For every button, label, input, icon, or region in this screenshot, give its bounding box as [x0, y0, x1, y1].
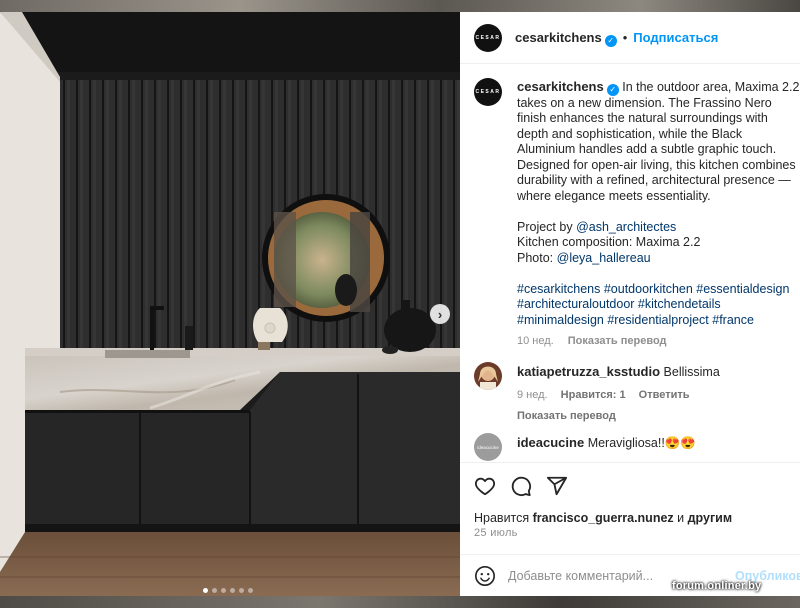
post-actions: Нравится francisco_guerra.nunez и другим… [460, 462, 800, 550]
comment-text: Bellissima [663, 365, 720, 379]
project-link[interactable]: @ash_architectes [576, 220, 676, 234]
commenter-avatar[interactable]: ideacucine [474, 433, 502, 461]
account-username[interactable]: cesarkitchens [515, 30, 602, 45]
post-image[interactable]: › [0, 12, 460, 596]
separator: • [622, 30, 628, 45]
commenter-avatar[interactable] [474, 362, 502, 390]
account-row: cesarkitchens ✓ • Подписаться [515, 30, 718, 47]
likes-suffix: и [673, 511, 688, 525]
comment-body: katiapetruzza_ksstudio Bellissima 9 нед.… [517, 364, 800, 425]
comment-body: ideacucine Meravigliosa!!😍😍 [517, 435, 800, 452]
chevron-right-icon: › [437, 306, 443, 322]
kitchen-photo [0, 12, 460, 596]
likes-summary: Нравится francisco_guerra.nunez и другим [474, 511, 732, 525]
backdrop-bottom [0, 596, 800, 608]
caption-time: 10 нед. [517, 335, 554, 348]
comment-likes[interactable]: Нравится: 1 [561, 389, 626, 401]
carousel-dot [230, 588, 235, 593]
comments-list[interactable]: CESAR cesarkitchens ✓ In the outdoor area… [460, 65, 800, 462]
action-icons [474, 475, 568, 497]
watermark: forum.onliner.by [672, 580, 762, 592]
post-caption: cesarkitchens ✓ In the outdoor area, Maxi… [517, 79, 800, 350]
account-avatar[interactable]: CESAR [474, 24, 502, 52]
carousel-dot [221, 588, 226, 593]
hashtags[interactable]: #cesarkitchens #outdoorkitchen #essentia… [517, 282, 800, 329]
liked-by-user[interactable]: francisco_guerra.nunez [533, 511, 674, 525]
project-label: Project by [517, 219, 577, 234]
reply-button[interactable]: Ответить [639, 389, 690, 401]
commenter-username[interactable]: katiapetruzza_ksstudio [517, 364, 660, 379]
comment-meta: 9 нед. Нравится: 1 Ответить [517, 388, 800, 404]
backdrop-top [0, 0, 800, 12]
carousel-indicator [203, 588, 253, 593]
caption-username[interactable]: cesarkitchens [517, 79, 604, 94]
comment-translate-button[interactable]: Показать перевод [517, 409, 800, 425]
carousel-next-button[interactable]: › [430, 304, 450, 324]
verified-badge-icon: ✓ [606, 83, 619, 96]
photo-link[interactable]: @leya_hallereau [557, 251, 651, 265]
avatar-text: ideacucine [477, 444, 499, 450]
photo-label: Photo: [517, 250, 557, 265]
verified-badge-icon: ✓ [604, 34, 617, 47]
caption-meta: 10 нед. Показать перевод [517, 334, 800, 350]
caption-translate-button[interactable]: Показать перевод [568, 335, 667, 347]
comment-text: Meravigliosa!!😍😍 [587, 436, 696, 450]
emoji-icon[interactable] [474, 565, 496, 587]
post-details-panel: CESAR cesarkitchens ✓ • Подписаться CESAR c… [460, 12, 800, 596]
avatar-photo [474, 362, 502, 390]
carousel-dot [203, 588, 208, 593]
caption-text: In the outdoor area, Maxima 2.2 takes on… [517, 80, 800, 203]
comment-time: 9 нед. [517, 388, 548, 401]
follow-button[interactable]: Подписаться [633, 30, 718, 45]
post-date[interactable]: 25 июль [474, 527, 518, 539]
heart-icon[interactable] [474, 475, 496, 497]
carousel-dot [239, 588, 244, 593]
post-header: CESAR cesarkitchens ✓ • Подписаться [460, 12, 800, 64]
carousel-dot [212, 588, 217, 593]
composition-line: Kitchen composition: Maxima 2.2 [517, 235, 701, 250]
share-icon[interactable] [546, 475, 568, 497]
likes-prefix: Нравится [474, 511, 533, 525]
add-comment-bar: Опубликовать forum.onliner.by [460, 554, 800, 596]
liked-by-others[interactable]: другим [688, 511, 733, 525]
commenter-username[interactable]: ideacucine [517, 435, 584, 450]
carousel-dot [248, 588, 253, 593]
comment-icon[interactable] [510, 475, 532, 497]
caption-avatar[interactable]: CESAR [474, 78, 502, 106]
